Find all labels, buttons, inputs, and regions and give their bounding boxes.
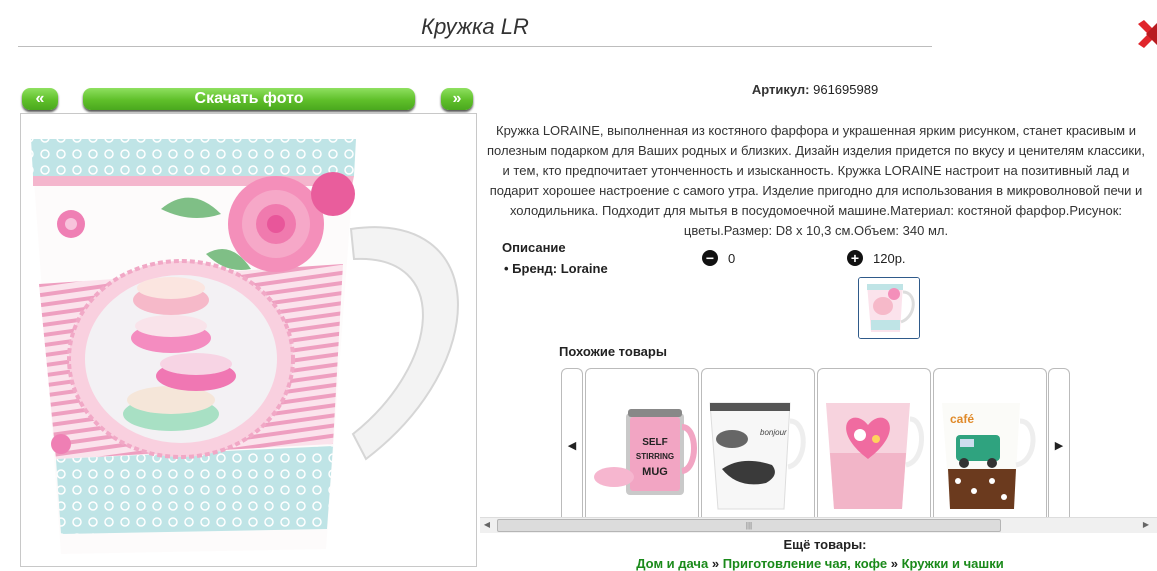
more-products-heading: Ещё товары:	[783, 537, 867, 552]
carousel-prev-button[interactable]: ◀​	[561, 368, 583, 521]
sku-value: 961695989	[813, 82, 879, 97]
vote-up-value: 120р.	[873, 250, 906, 266]
similar-card[interactable]: café	[933, 368, 1047, 521]
sku-label: Артикул:	[751, 82, 810, 97]
crumb-separator: »	[711, 556, 720, 571]
description-heading: Описание	[502, 240, 566, 255]
scroll-left-icon[interactable]: ◀	[481, 519, 493, 531]
sku-line: Артикул: 961695989	[480, 82, 1150, 97]
crumb-tea-coffee[interactable]: Приготовление чая, кофе	[723, 556, 887, 571]
prev-photo-button[interactable]: «	[22, 88, 58, 110]
product-photo	[20, 113, 477, 567]
page-title: Кружка LR	[421, 14, 529, 39]
minus-circle-icon[interactable]: −	[702, 250, 718, 266]
scrollbar-thumb[interactable]: |||	[497, 519, 1001, 532]
svg-text:STIRRING: STIRRING	[636, 452, 674, 461]
crumb-home-garden[interactable]: Дом и дача	[636, 556, 708, 571]
similar-card[interactable]: bonjour	[701, 368, 815, 521]
svg-text:café: café	[950, 412, 974, 426]
crumb-mugs-cups[interactable]: Кружки и чашки	[902, 556, 1004, 571]
title-divider	[18, 46, 932, 47]
brand-text: Бренд: Loraine	[512, 261, 608, 276]
crumb-separator: »	[890, 556, 898, 571]
carousel-next-button[interactable]: ▶​	[1048, 368, 1070, 521]
next-photo-button[interactable]: »	[441, 88, 473, 110]
svg-text:bonjour: bonjour	[760, 428, 787, 437]
skip-back-icon: ◀​	[567, 439, 577, 452]
card-1-text: SELF	[642, 437, 668, 448]
similar-card[interactable]	[817, 368, 931, 521]
download-photo-button[interactable]: Скачать фото	[83, 88, 415, 110]
brand-list-item: • Бренд: Loraine	[504, 261, 608, 276]
bullet-icon: •	[504, 261, 513, 276]
vote-down-value: 0	[728, 250, 736, 266]
svg-text:MUG: MUG	[642, 466, 668, 478]
vote-up[interactable]: + 120р.	[847, 250, 906, 266]
similar-card[interactable]: SELF STIRRING MUG	[585, 368, 699, 521]
product-description: Кружка LORAINE, выполненная из костяного…	[486, 123, 1145, 238]
similar-heading: Похожие товары	[559, 344, 667, 359]
vote-down[interactable]: − 0	[702, 250, 735, 266]
scroll-right-icon[interactable]: ▶	[1140, 519, 1152, 531]
photo-thumbnail[interactable]	[858, 277, 920, 339]
breadcrumb: Дом и дача » Приготовление чая, кофе » К…	[480, 556, 1157, 571]
skip-forward-icon: ▶​	[1054, 439, 1064, 452]
close-icon[interactable]	[1138, 20, 1157, 48]
plus-circle-icon[interactable]: +	[847, 250, 863, 266]
